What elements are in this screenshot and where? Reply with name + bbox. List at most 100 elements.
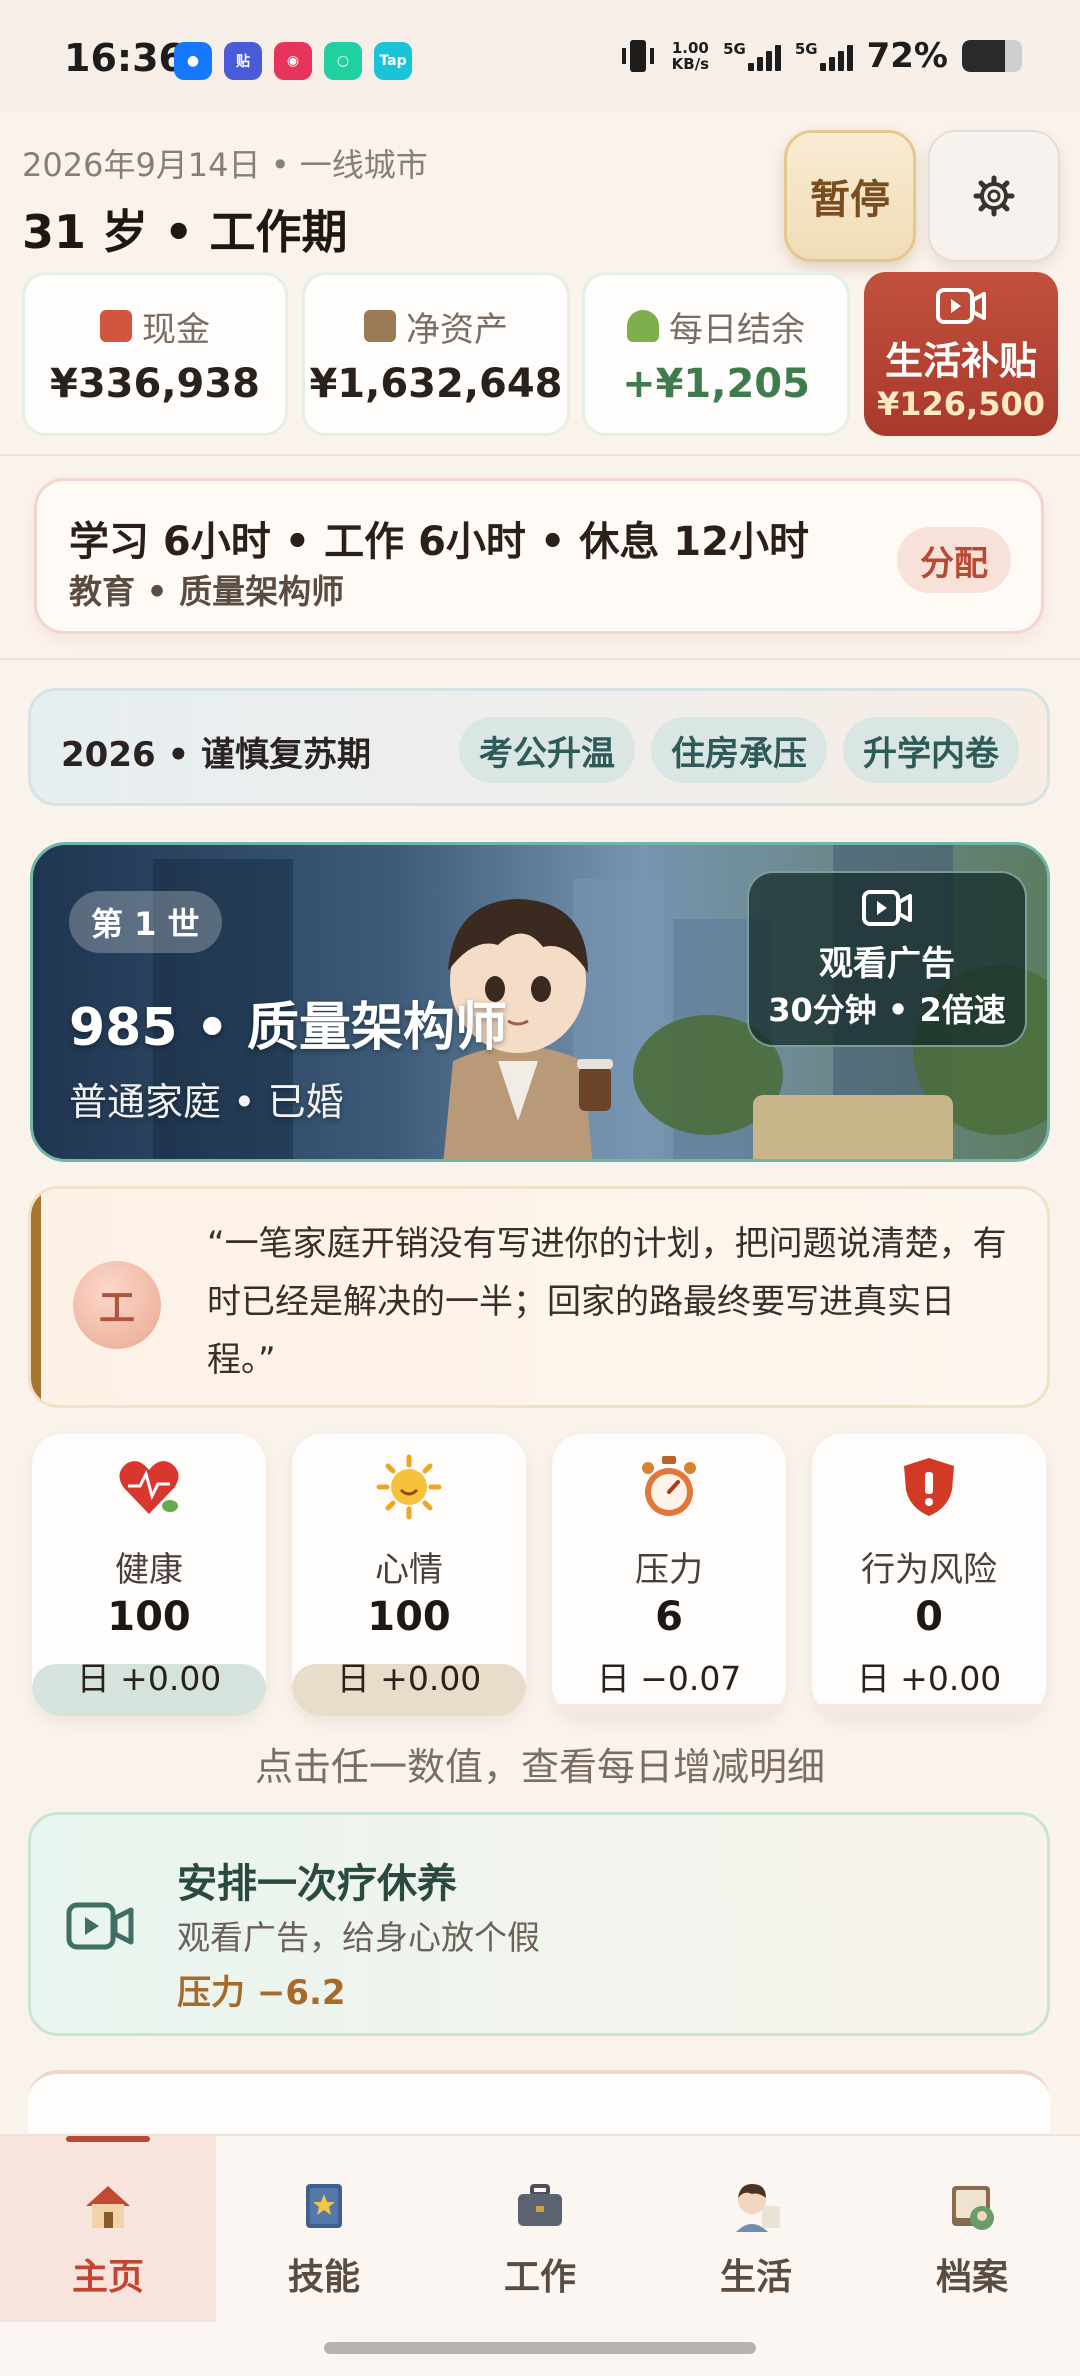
metric-name: 行为风险 (861, 1550, 997, 1590)
stat-value: ¥1,632,648 (309, 360, 563, 407)
stopwatch-icon (642, 1456, 696, 1516)
metric-name: 心情 (375, 1550, 443, 1590)
briefcase-icon (518, 2184, 562, 2226)
stat-label: 净资产 (406, 309, 508, 350)
hero-subtitle: 普通家庭 • 已婚 (69, 1080, 344, 1124)
nav-skills[interactable]: 技能 (216, 2136, 432, 2322)
allocate-button[interactable]: 分配 (897, 527, 1011, 593)
hero-title: 985 • 质量架构师 (69, 998, 507, 1058)
metric-delta: 日 −0.07 (596, 1659, 742, 1698)
metric-behavior-risk[interactable]: 行为风险 0 日 +0.00 (812, 1434, 1046, 1716)
nav-work[interactable]: 工作 (432, 2136, 648, 2322)
nav-label: 生活 (719, 2257, 792, 2298)
nav-home[interactable]: 主页 (0, 2136, 216, 2322)
video-icon (862, 889, 912, 926)
status-right: 1.00 KB/s 5G 5G 72% (618, 36, 1022, 76)
quote-text: “一笔家庭开销没有写进你的计划，把问题说清楚，有时已经是解决的一半；回家的路最终… (207, 1224, 1007, 1380)
home-icon (86, 2186, 130, 2228)
vibrate-icon (621, 40, 654, 72)
rest-retreat-card[interactable]: 安排一次疗休养 观看广告，给身心放个假 压力 −6.2 (28, 1812, 1050, 2036)
subsidy-label: 生活补贴 (884, 338, 1037, 383)
taptap-icon: Tap (374, 42, 412, 80)
nav-life[interactable]: 生活 (648, 2136, 864, 2322)
money-icon (100, 310, 132, 342)
stat-value: ¥336,938 (49, 360, 261, 407)
bottom-navigation: 主页 技能 工作 生活 档案 (0, 2134, 1080, 2376)
battery-percent: 72% (866, 36, 948, 76)
metric-stress[interactable]: 压力 6 日 −0.07 (552, 1434, 786, 1716)
person-icon (736, 2184, 780, 2232)
metric-delta: 日 +0.00 (336, 1659, 482, 1698)
nav-label: 技能 (287, 2257, 360, 2298)
status-time: 16:36 (64, 36, 185, 80)
metric-health[interactable]: 健康 100 日 +0.00 (32, 1434, 266, 1716)
building-icon (364, 310, 396, 342)
pause-button[interactable]: 暂停 (784, 130, 916, 262)
video-icon (936, 287, 986, 324)
metric-mood[interactable]: 心情 100 日 +0.00 (292, 1434, 526, 1716)
ad-label: 观看广告 (819, 943, 955, 984)
stat-net-assets[interactable]: 净资产 ¥1,632,648 (302, 272, 570, 436)
life-hero-card[interactable]: 第 1 世 985 • 质量架构师 普通家庭 • 已婚 观看广告 30分钟 • … (30, 842, 1050, 1162)
nav-label: 主页 (71, 2257, 144, 2298)
time-allocation-card[interactable]: 学习 6小时 • 工作 6小时 • 休息 12小时 教育 • 质量架构师 分配 (34, 478, 1044, 634)
era-bar[interactable]: 2026 • 谨慎复苏期 考公升温 住房承压 升学内卷 (28, 688, 1050, 806)
nav-archive[interactable]: 档案 (864, 2136, 1080, 2322)
stat-cash[interactable]: 现金 ¥336,938 (22, 272, 288, 436)
ad-detail: 30分钟 • 2倍速 (768, 990, 1006, 1029)
metric-tint (552, 1704, 786, 1716)
net-speed: 1.00 KB/s (671, 39, 710, 73)
battery-icon (962, 40, 1022, 72)
settings-button[interactable] (928, 130, 1060, 262)
living-subsidy-button[interactable]: 生活补贴 ¥126,500 (864, 272, 1058, 436)
stat-label: 每日结余 (669, 309, 805, 350)
metric-name: 健康 (115, 1550, 183, 1590)
nav-label: 档案 (935, 2257, 1008, 2298)
tieba-icon: 贴 (224, 42, 262, 80)
heart-icon (119, 1461, 179, 1514)
metric-delta: 日 +0.00 (76, 1659, 222, 1698)
sun-icon (376, 1454, 442, 1520)
signal-1: 5G (723, 41, 781, 71)
home-indicator[interactable] (324, 2342, 756, 2354)
era-title: 2026 • 谨慎复苏期 (61, 735, 372, 775)
qq-icon: ● (174, 42, 212, 80)
watch-ad-button[interactable]: 观看广告 30分钟 • 2倍速 (747, 871, 1027, 1047)
era-chip[interactable]: 考公升温 (459, 717, 635, 783)
current-date: 2026年9月14日 • 一线城市 (22, 146, 428, 184)
rest-effect: 压力 −6.2 (177, 1973, 346, 2013)
album-icon (952, 2186, 994, 2230)
allocation-hours: 学习 6小时 • 工作 6小时 • 休息 12小时 (69, 519, 809, 565)
metrics-hint: 点击任一数值，查看每日增减明细 (254, 1745, 825, 1789)
metric-value: 100 (367, 1594, 451, 1640)
quote-accent-bar (31, 1189, 41, 1405)
weibo-icon: ◉ (274, 42, 312, 80)
rest-subtitle: 观看广告，给身心放个假 (177, 1918, 540, 1957)
gear-icon (973, 175, 1015, 217)
nav-label: 工作 (503, 2257, 576, 2298)
divider (0, 454, 1080, 456)
bus (753, 1095, 953, 1159)
subsidy-value: ¥126,500 (876, 384, 1045, 423)
stat-daily-balance[interactable]: 每日结余 +¥1,205 (582, 272, 850, 436)
app-screen: 16:36 ● 贴 ◉ ○ Tap 1.00 KB/s 5G 5G 72% 20… (0, 0, 1080, 2376)
divider (0, 658, 1080, 660)
signal-2: 5G (795, 41, 853, 71)
metric-value: 6 (655, 1594, 683, 1640)
mentor-avatar: 工 (73, 1261, 161, 1349)
age-phase: 31 岁 • 工作期 (22, 205, 348, 259)
era-chip[interactable]: 升学内卷 (843, 717, 1019, 783)
metric-tint (812, 1704, 1046, 1716)
status-app-icons: ● 贴 ◉ ○ Tap (174, 42, 412, 80)
status-bar: 16:36 ● 贴 ◉ ○ Tap 1.00 KB/s 5G 5G 72% (0, 0, 1080, 112)
mentor-quote-card: 工 “一笔家庭开销没有写进你的计划，把问题说清楚，有时已经是解决的一半；回家的路… (28, 1186, 1050, 1408)
metric-delta: 日 +0.00 (856, 1659, 1002, 1698)
rest-title: 安排一次疗休养 (177, 1861, 457, 1907)
metric-value: 0 (915, 1594, 943, 1640)
stat-label: 现金 (142, 309, 210, 350)
metric-value: 100 (107, 1594, 191, 1640)
wechat-icon: ○ (324, 42, 362, 80)
metric-name: 压力 (635, 1550, 703, 1590)
era-chip[interactable]: 住房承压 (651, 717, 827, 783)
allocation-focus: 教育 • 质量架构师 (69, 572, 345, 611)
